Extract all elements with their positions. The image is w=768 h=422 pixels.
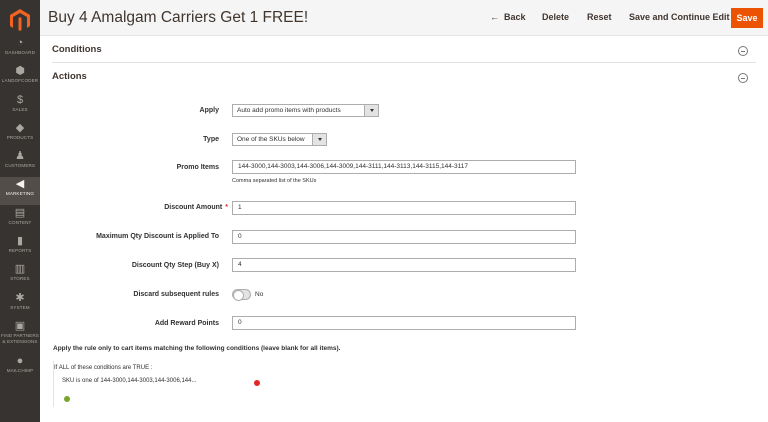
reward-points-label: Add Reward Points <box>154 320 219 327</box>
sidebar-item-marketing[interactable]: ◀ Marketing <box>0 177 40 205</box>
aggregator-select[interactable]: ALL <box>59 365 69 371</box>
sidebar-item-label: Landofcoder <box>1 78 39 83</box>
partners-icon: ▣ <box>14 320 26 332</box>
sidebar-item-label: Marketing <box>5 191 35 196</box>
box-icon: ◆ <box>15 122 25 134</box>
conditions-header: If ALL of these conditions are TRUE : <box>54 365 152 371</box>
condition-value[interactable]: 144-3000,144-3003,144-3006,144... <box>100 378 196 384</box>
sidebar-item-stores[interactable]: ▥ Stores <box>0 262 40 290</box>
sidebar-item-label: System <box>10 305 30 310</box>
chevron-down-icon <box>312 134 326 145</box>
admin-sidebar: ◔ Dashboard ⬢ Landofcoder $ Sales ◆ Prod… <box>0 0 40 422</box>
person-icon: ♟ <box>15 150 25 162</box>
conditions-intro-text: Apply the rule only to cart items matchi… <box>53 345 341 352</box>
sidebar-item-label: Reports <box>8 248 32 253</box>
sidebar-item-system[interactable]: ✱ System <box>0 291 40 319</box>
remove-condition-icon[interactable] <box>254 380 260 386</box>
magento-logo-icon[interactable] <box>8 8 32 32</box>
actions-section-title[interactable]: Actions <box>52 71 87 82</box>
page-title: Buy 4 Amalgam Carriers Get 1 FREE! <box>48 9 309 26</box>
required-marker: * <box>225 204 228 211</box>
sidebar-item-partners[interactable]: ▣ Find Partners & Extensions <box>0 319 40 351</box>
discard-rules-value: No <box>255 291 264 298</box>
apply-select[interactable]: Auto add promo items with products <box>232 104 379 117</box>
section-divider <box>52 62 756 63</box>
collapse-conditions-icon[interactable] <box>738 46 748 56</box>
promo-items-label: Promo Items <box>176 164 219 171</box>
apply-label: Apply <box>199 107 219 114</box>
max-qty-label: Maximum Qty Discount is Applied To <box>96 233 219 240</box>
main-content: Conditions Actions Apply Auto add promo … <box>40 36 768 422</box>
promo-items-input[interactable]: 144-3000,144-3003,144-3006,144-3009,144-… <box>232 160 576 174</box>
sidebar-item-label: Products <box>6 135 34 140</box>
conditions-tail-text: of these conditions are <box>70 365 132 371</box>
promo-items-note: Comma separated list of the SKUs <box>232 178 317 184</box>
discount-amount-label-text: Discount Amount <box>164 204 223 211</box>
sidebar-item-label: Stores <box>10 276 30 281</box>
max-qty-input[interactable]: 0 <box>232 230 576 244</box>
sidebar-item-mailchimp[interactable]: ● Mailchimp <box>0 354 40 382</box>
discard-rules-label: Discard subsequent rules <box>133 291 219 298</box>
mailchimp-icon: ● <box>16 355 24 367</box>
type-select-value: One of the SKUs below <box>237 136 305 143</box>
condition-attribute: SKU <box>62 378 75 384</box>
back-button[interactable]: ← Back <box>490 12 526 22</box>
bar-chart-icon: ▮ <box>16 235 24 247</box>
page-header: Buy 4 Amalgam Carriers Get 1 FREE! ← Bac… <box>40 0 768 36</box>
apply-select-value: Auto add promo items with products <box>237 107 341 114</box>
discount-amount-label: Discount Amount * <box>100 204 228 211</box>
discount-amount-input[interactable]: 1 <box>232 201 576 215</box>
sidebar-item-sales[interactable]: $ Sales <box>0 93 40 121</box>
type-label: Type <box>203 136 219 143</box>
discard-rules-toggle[interactable] <box>232 289 251 301</box>
back-button-label: Back <box>504 12 526 22</box>
sidebar-item-landofcoder[interactable]: ⬢ Landofcoder <box>0 64 40 92</box>
sidebar-item-label: Find Partners & Extensions <box>1 333 39 344</box>
if-text: If <box>54 365 58 371</box>
conditions-section-title[interactable]: Conditions <box>52 44 102 55</box>
megaphone-icon: ◀ <box>15 178 25 190</box>
conditions-tree: If ALL of these conditions are TRUE : SK… <box>53 361 293 407</box>
add-condition-icon[interactable] <box>64 396 70 402</box>
store-icon: ▥ <box>14 263 26 275</box>
sidebar-item-label: Content <box>8 220 32 225</box>
content-icon: ▤ <box>14 207 26 219</box>
condition-operator[interactable]: is one of <box>76 378 99 384</box>
reset-button[interactable]: Reset <box>587 12 612 22</box>
sidebar-item-reports[interactable]: ▮ Reports <box>0 234 40 262</box>
condition-row: SKU is one of 144-3000,144-3003,144-3006… <box>62 378 196 384</box>
delete-button[interactable]: Delete <box>542 12 569 22</box>
dashboard-icon: ◔ <box>16 37 24 49</box>
qty-step-input[interactable]: 4 <box>232 258 576 272</box>
chevron-down-icon <box>364 105 378 116</box>
sidebar-item-content[interactable]: ▤ Content <box>0 206 40 234</box>
colon-text: : <box>150 365 153 371</box>
sidebar-item-products[interactable]: ◆ Products <box>0 121 40 149</box>
gear-icon: ✱ <box>15 292 25 304</box>
arrow-left-icon: ← <box>490 12 499 22</box>
type-select[interactable]: One of the SKUs below <box>232 133 327 146</box>
collapse-actions-icon[interactable] <box>738 73 748 83</box>
save-button[interactable]: Save <box>731 8 763 28</box>
sidebar-item-label: Customers <box>4 163 36 168</box>
reward-points-input[interactable]: 0 <box>232 316 576 330</box>
sidebar-item-customers[interactable]: ♟ Customers <box>0 149 40 177</box>
hexagon-icon: ⬢ <box>15 65 25 77</box>
sidebar-item-label: Sales <box>12 107 28 112</box>
save-and-continue-button[interactable]: Save and Continue Edit <box>629 12 730 22</box>
sidebar-item-label: Mailchimp <box>6 368 34 373</box>
sidebar-item-label: Dashboard <box>5 50 35 55</box>
sidebar-item-dashboard[interactable]: ◔ Dashboard <box>0 36 40 64</box>
dollar-icon: $ <box>16 94 24 106</box>
value-select[interactable]: TRUE <box>133 365 149 371</box>
qty-step-label: Discount Qty Step (Buy X) <box>131 262 219 269</box>
